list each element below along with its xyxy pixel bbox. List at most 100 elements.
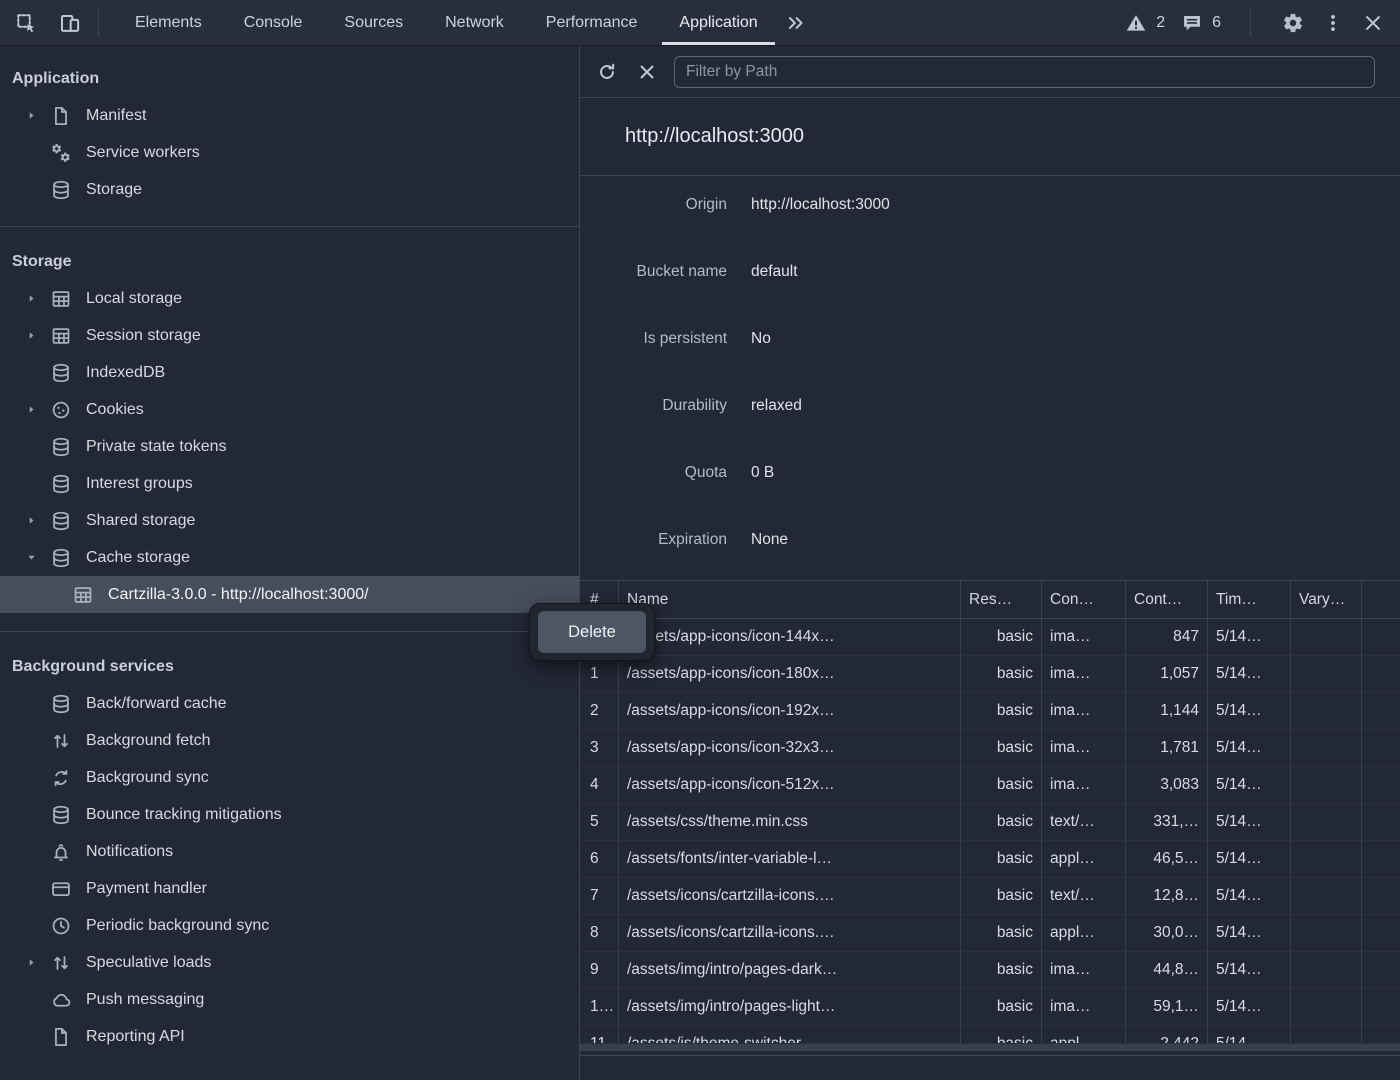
sidebar-section-divider — [0, 631, 579, 632]
sidebar-item-bounce-tracking-mitigations[interactable]: Bounce tracking mitigations — [0, 796, 579, 833]
sidebar-item-speculative-loads[interactable]: Speculative loads — [0, 944, 579, 981]
sidebar-item-label: Speculative loads — [86, 954, 211, 972]
sidebar-item-reporting-api[interactable]: Reporting API — [0, 1018, 579, 1055]
table-row[interactable]: 11/assets/js/theme-switcher…basicappl…2,… — [580, 1026, 1400, 1043]
tab-performance[interactable]: Performance — [525, 0, 659, 45]
filter-input[interactable] — [674, 56, 1375, 88]
issues-status[interactable]: 6 — [1179, 10, 1221, 36]
column-header-res[interactable]: Res… — [961, 581, 1042, 618]
column-header-con[interactable]: Con… — [1042, 581, 1126, 618]
table-row[interactable]: 1/assets/app-icons/icon-180x…basicima…1,… — [580, 656, 1400, 693]
cell-cont: 1,144 — [1126, 693, 1208, 729]
cookie-icon — [50, 399, 72, 421]
column-header-vary[interactable]: Vary… — [1291, 581, 1362, 618]
sidebar-item-interest-groups[interactable]: Interest groups — [0, 465, 579, 502]
settings-gear-icon[interactable] — [1280, 10, 1306, 36]
sidebar-item-session-storage[interactable]: Session storage — [0, 317, 579, 354]
delete-menu-item[interactable]: Delete — [538, 611, 646, 653]
database-icon — [50, 473, 72, 495]
tab-application[interactable]: Application — [658, 0, 778, 45]
expand-arrow-icon[interactable] — [22, 107, 40, 125]
tab-network[interactable]: Network — [424, 0, 525, 45]
cell-cont: 847 — [1126, 619, 1208, 655]
table-row[interactable]: 0/assets/app-icons/icon-144x…basicima…84… — [580, 619, 1400, 656]
more-tabs-icon[interactable] — [783, 10, 809, 36]
cell-name: /assets/fonts/inter-variable-l… — [619, 841, 961, 877]
cell-spacer — [1362, 841, 1400, 877]
table-row[interactable]: 8/assets/icons/cartzilla-icons.…basicapp… — [580, 915, 1400, 952]
cell-num: 3 — [580, 730, 619, 766]
tab-console[interactable]: Console — [223, 0, 324, 45]
cell-spacer — [1362, 804, 1400, 840]
more-options-icon[interactable] — [1320, 10, 1346, 36]
cell-cont: 3,083 — [1126, 767, 1208, 803]
sidebar-item-cartzilla-3-0-0-http-localhost-3000[interactable]: Cartzilla-3.0.0 - http://localhost:3000/ — [0, 576, 579, 613]
cell-tim: 5/14… — [1208, 915, 1291, 951]
sidebar-item-push-messaging[interactable]: Push messaging — [0, 981, 579, 1018]
table-row[interactable]: 9/assets/img/intro/pages-dark…basicima…4… — [580, 952, 1400, 989]
table-row[interactable]: 3/assets/app-icons/icon-32x3…basicima…1,… — [580, 730, 1400, 767]
refresh-icon[interactable] — [594, 59, 620, 85]
cell-tim: 5/14… — [1208, 804, 1291, 840]
metadata-value: default — [751, 263, 798, 281]
sidebar-item-storage[interactable]: Storage — [0, 171, 579, 208]
table-row[interactable]: 7/assets/icons/cartzilla-icons.…basictex… — [580, 878, 1400, 915]
sidebar-item-local-storage[interactable]: Local storage — [0, 280, 579, 317]
cell-cont: 2,442 — [1126, 1026, 1208, 1043]
table-icon — [50, 325, 72, 347]
table-row[interactable]: 1…/assets/img/intro/pages-light…basicima… — [580, 989, 1400, 1026]
cell-vary — [1291, 730, 1362, 766]
table-row[interactable]: 5/assets/css/theme.min.cssbasictext/…331… — [580, 804, 1400, 841]
cell-num: 8 — [580, 915, 619, 951]
metadata-row-bucket-name: Bucket namedefault — [580, 253, 1400, 290]
cell-cont: 331,… — [1126, 804, 1208, 840]
cell-vary — [1291, 1026, 1362, 1043]
sidebar-item-background-fetch[interactable]: Background fetch — [0, 722, 579, 759]
arrow-spacer — [22, 475, 40, 493]
sidebar-item-notifications[interactable]: Notifications — [0, 833, 579, 870]
sidebar-item-cache-storage[interactable]: Cache storage — [0, 539, 579, 576]
inspect-element-icon[interactable] — [13, 10, 39, 36]
sidebar-item-back-forward-cache[interactable]: Back/forward cache — [0, 685, 579, 722]
arrow-spacer — [22, 695, 40, 713]
sidebar-item-shared-storage[interactable]: Shared storage — [0, 502, 579, 539]
cell-name: /assets/app-icons/icon-512x… — [619, 767, 961, 803]
sidebar-item-indexeddb[interactable]: IndexedDB — [0, 354, 579, 391]
cell-name: /assets/js/theme-switcher… — [619, 1026, 961, 1043]
sidebar-item-periodic-background-sync[interactable]: Periodic background sync — [0, 907, 579, 944]
clear-filter-icon[interactable] — [634, 59, 660, 85]
column-header-cont[interactable]: Cont… — [1126, 581, 1208, 618]
cell-vary — [1291, 693, 1362, 729]
warnings-status[interactable]: 2 — [1123, 10, 1165, 36]
metadata-value: http://localhost:3000 — [751, 196, 890, 214]
horizontal-scrollbar[interactable] — [580, 1043, 1400, 1051]
column-header-name[interactable]: Name — [619, 581, 961, 618]
arrow-spacer — [44, 586, 62, 604]
table-row[interactable]: 6/assets/fonts/inter-variable-l…basicapp… — [580, 841, 1400, 878]
device-toolbar-icon[interactable] — [57, 10, 83, 36]
expand-arrow-icon[interactable] — [22, 290, 40, 308]
sidebar-item-private-state-tokens[interactable]: Private state tokens — [0, 428, 579, 465]
close-icon[interactable] — [1360, 10, 1386, 36]
expand-arrow-icon[interactable] — [22, 401, 40, 419]
collapse-arrow-icon[interactable] — [22, 549, 40, 567]
table-row[interactable]: 4/assets/app-icons/icon-512x…basicima…3,… — [580, 767, 1400, 804]
sidebar-item-payment-handler[interactable]: Payment handler — [0, 870, 579, 907]
tab-sources[interactable]: Sources — [323, 0, 424, 45]
expand-arrow-icon[interactable] — [22, 512, 40, 530]
table-row[interactable]: 2/assets/app-icons/icon-192x…basicima…1,… — [580, 693, 1400, 730]
expand-arrow-icon[interactable] — [22, 954, 40, 972]
column-header-tim[interactable]: Tim… — [1208, 581, 1291, 618]
sidebar-item-service-workers[interactable]: Service workers — [0, 134, 579, 171]
expand-arrow-icon[interactable] — [22, 327, 40, 345]
updown-icon — [50, 952, 72, 974]
cell-tim: 5/14… — [1208, 767, 1291, 803]
arrow-spacer — [22, 880, 40, 898]
sidebar-item-manifest[interactable]: Manifest — [0, 97, 579, 134]
file-icon — [50, 105, 72, 127]
issues-count: 6 — [1212, 14, 1221, 32]
tab-elements[interactable]: Elements — [114, 0, 223, 45]
sidebar-item-background-sync[interactable]: Background sync — [0, 759, 579, 796]
bell-icon — [50, 841, 72, 863]
sidebar-item-cookies[interactable]: Cookies — [0, 391, 579, 428]
